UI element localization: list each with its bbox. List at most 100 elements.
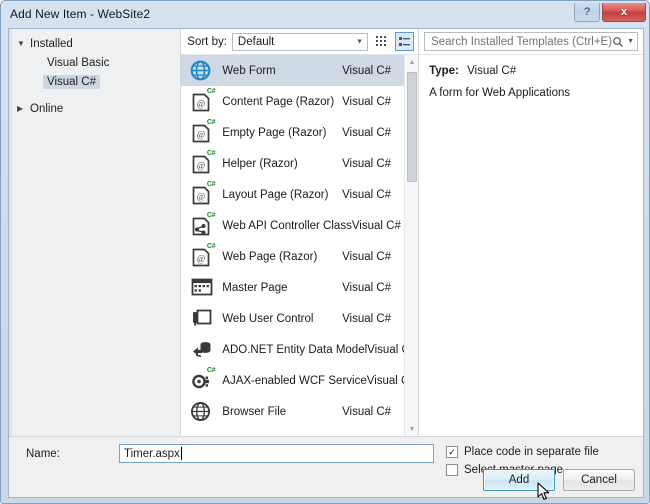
csharp-badge-icon: C# <box>206 149 216 157</box>
template-language: Visual C# <box>342 64 392 77</box>
template-name: ADO.NET Entity Data Model <box>222 343 368 356</box>
globe-icon <box>188 58 214 84</box>
tree-item-visual-basic-label: Visual Basic <box>47 56 110 69</box>
tree-item-visual-basic[interactable]: Visual Basic <box>9 53 180 72</box>
master-page-icon <box>191 278 213 295</box>
template-list-item[interactable]: @ C# Content Page (Razor) Visual C# <box>181 86 404 117</box>
dialog-buttons: Add Cancel <box>475 469 635 491</box>
browser-file-icon <box>188 399 214 425</box>
template-language: Visual C# <box>342 95 392 108</box>
template-language: Visual C# <box>342 157 392 170</box>
template-list-item[interactable]: @ C# Layout Page (Razor) Visual C# <box>181 179 404 210</box>
template-name: Browser File <box>222 405 287 418</box>
template-list-item[interactable]: Web User Control Visual C# <box>181 303 404 334</box>
template-list-item[interactable]: @ C# Empty Page (Razor) Visual C# <box>181 117 404 148</box>
template-list-item[interactable]: Master Page Visual C# <box>181 272 404 303</box>
razor-page-icon: @ C# <box>188 118 216 146</box>
template-name: Web API Controller Class <box>222 219 352 232</box>
template-name: Master Page <box>222 281 288 294</box>
csharp-badge-icon: C# <box>206 87 216 95</box>
close-button[interactable]: x <box>602 3 646 22</box>
templates-pane: Sort by: Default ▼ Web Form Visual C# @ … <box>181 29 420 436</box>
csharp-badge-icon: C# <box>206 366 216 374</box>
checkbox-checked-icon: ✓ <box>446 446 458 458</box>
template-list-item[interactable]: C# Web API Controller Class Visual C# <box>181 210 404 241</box>
templates-scrollbar[interactable]: ▲ ▼ <box>404 55 419 436</box>
template-list-item[interactable]: Browser File Visual C# <box>181 396 404 427</box>
scroll-down-icon[interactable]: ▼ <box>405 422 418 436</box>
scrollbar-thumb[interactable] <box>407 72 418 182</box>
expander-expanded-icon[interactable]: ▼ <box>17 39 30 48</box>
user-control-icon <box>193 309 212 326</box>
name-label: Name: <box>26 447 60 460</box>
scroll-up-icon[interactable]: ▲ <box>405 55 418 69</box>
name-row: Name: Timer.aspx <box>9 444 434 463</box>
template-name: Empty Page (Razor) <box>222 126 327 139</box>
template-language: Visual C# <box>342 188 392 201</box>
list-view-button[interactable] <box>395 32 415 51</box>
globe-icon <box>190 60 211 80</box>
template-name: Web Page (Razor) <box>222 250 318 263</box>
add-new-item-dialog: Add New Item - WebSite2 ? x ▼ Installed … <box>0 0 650 504</box>
detail-description: A form for Web Applications <box>429 87 571 99</box>
razor-page-icon: @ C# <box>188 181 216 208</box>
template-language: Visual C# <box>351 219 401 232</box>
help-icon: ? <box>583 6 591 18</box>
window-title: Add New Item - WebSite2 <box>10 7 151 21</box>
template-list-item[interactable]: Web Form Visual C# <box>181 55 405 86</box>
razor-page-icon: @ C# <box>188 87 216 115</box>
grid-view-button[interactable] <box>372 32 391 51</box>
tree-item-visual-csharp[interactable]: Visual C# <box>9 72 180 91</box>
browser-file-icon <box>191 401 211 421</box>
template-name: AJAX-enabled WCF Service <box>222 374 367 387</box>
sort-by-label: Sort by: <box>187 35 227 48</box>
template-language: Visual C# <box>342 281 392 294</box>
template-name: Layout Page (Razor) <box>222 188 329 201</box>
razor-page-icon: @ C# <box>188 149 216 177</box>
detail-type-label: Type: <box>429 65 459 77</box>
expander-collapsed-icon[interactable]: ▶ <box>17 104 30 113</box>
search-icon <box>612 36 624 48</box>
template-name: Helper (Razor) <box>222 157 298 170</box>
user-control-icon <box>188 306 214 332</box>
add-button-label: Add <box>508 474 530 486</box>
svg-text:@: @ <box>197 160 205 170</box>
cancel-button-label: Cancel <box>581 474 617 486</box>
search-bar: Search Installed Templates (Ctrl+E) ▼ <box>419 29 643 55</box>
checkbox-place-code-in-separate-file[interactable]: ✓ Place code in separate file <box>446 443 599 461</box>
tree-item-installed[interactable]: ▼ Installed <box>9 34 180 53</box>
details-body: Type: Visual C# A form for Web Applicati… <box>419 55 643 102</box>
sort-by-dropdown[interactable]: Default ▼ <box>231 32 369 51</box>
template-list-item[interactable]: ADO.NET Entity Data Model Visual C# <box>181 334 416 365</box>
close-icon: x <box>620 6 628 18</box>
template-name: Web User Control <box>222 312 314 325</box>
search-input[interactable]: Search Installed Templates (Ctrl+E) ▼ <box>424 32 638 51</box>
template-list-item[interactable]: @ C# Web Page (Razor) Visual C# <box>181 241 404 272</box>
detail-type-row: Type: Visual C# <box>429 65 633 77</box>
search-dropdown-icon[interactable]: ▼ <box>627 38 634 45</box>
search-placeholder: Search Installed Templates (Ctrl+E) <box>431 35 613 48</box>
svg-text:@: @ <box>197 98 205 108</box>
name-input[interactable]: Timer.aspx <box>119 444 434 463</box>
window-controls: ? x <box>574 3 646 22</box>
tree-item-online[interactable]: ▶ Online <box>9 99 180 118</box>
svg-text:@: @ <box>197 191 205 201</box>
template-name: Content Page (Razor) <box>222 95 335 108</box>
help-button[interactable]: ? <box>574 3 600 22</box>
checkbox-place-code-label: Place code in separate file <box>464 446 599 458</box>
template-list-item[interactable]: C# AJAX-enabled WCF Service Visual C# <box>181 365 416 396</box>
templates-list: Web Form Visual C# @ C# Content Page (Razor)… <box>181 55 416 427</box>
sort-by-value: Default <box>237 35 275 48</box>
dialog-content: ▼ Installed Visual Basic Visual C# ▶ Onl… <box>9 29 643 436</box>
add-button[interactable]: Add <box>483 469 555 491</box>
csharp-badge-icon: C# <box>206 118 216 126</box>
template-list-item[interactable]: @ C# Helper (Razor) Visual C# <box>181 148 404 179</box>
tree-item-visual-csharp-label: Visual C# <box>43 74 101 89</box>
detail-type-value: Visual C# <box>467 65 517 77</box>
entity-data-model-icon <box>193 341 211 357</box>
template-language: Visual C# <box>342 126 392 139</box>
checkbox-unchecked-icon <box>446 464 458 476</box>
text-caret <box>180 447 182 460</box>
entity-data-model-icon <box>188 337 214 363</box>
cancel-button[interactable]: Cancel <box>563 469 635 491</box>
